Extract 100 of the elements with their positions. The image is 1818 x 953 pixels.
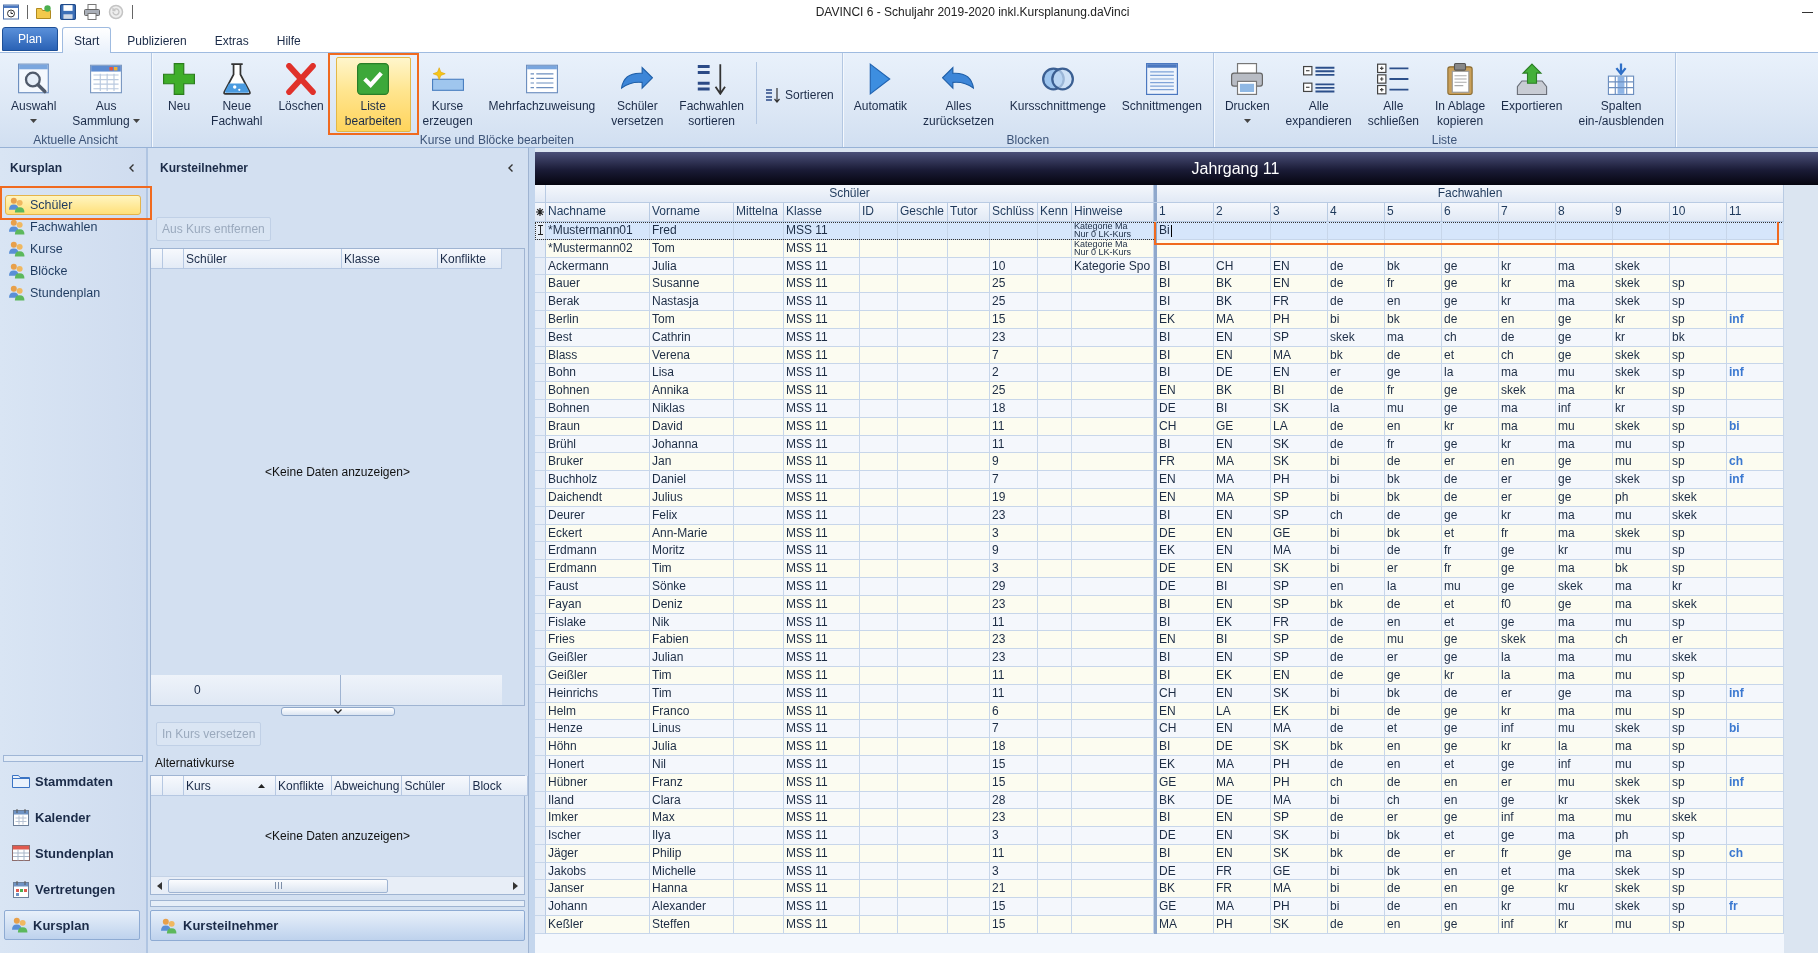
splitter-handle[interactable] [280, 707, 395, 716]
column-header[interactable]: Tutor [948, 203, 990, 221]
ribbon-tab[interactable]: Start [62, 27, 112, 53]
column-header[interactable]: Schüler [402, 776, 471, 795]
table-row[interactable]: Imker Max MSS 11 23 BI EN SP de er ge inf ma mu skek [535, 809, 1784, 828]
scroll-right-icon[interactable] [513, 881, 518, 890]
table-row[interactable]: Berak Nastasja MSS 11 25 BI BK FR de en ge kr ma skek sp [535, 293, 1784, 311]
ribbon-button[interactable]: Neue Fachwahl [207, 57, 267, 132]
ribbon-button[interactable]: Schüler versetzen [607, 57, 668, 132]
table-row[interactable]: Bruker Jan MSS 11 9 FR MA SK bi de er en ge mu sp ch [535, 453, 1784, 472]
column-header[interactable]: Abweichung [332, 776, 403, 795]
ribbon-button[interactable]: Kursschnittmenge [1005, 57, 1110, 132]
table-cell: BI [1157, 738, 1214, 756]
column-header[interactable]: Klasse [342, 249, 438, 268]
ribbon-tab[interactable]: Hilfe [264, 27, 313, 53]
ribbon-button[interactable]: Alle schließen [1363, 57, 1424, 132]
nav-item[interactable]: Stundenplan [5, 283, 141, 303]
table-row[interactable]: Höhn Julia MSS 11 18 BI DE SK bk en ge kr la ma sp [535, 738, 1784, 756]
ribbon-button[interactable]: Spalten ein-/ausblenden [1574, 57, 1668, 132]
collapse-icon[interactable] [508, 164, 513, 172]
column-header[interactable]: 1 [1157, 203, 1214, 221]
table-row[interactable]: Henze Linus MSS 11 7 CH EN MA de et ge inf mu skek sp bi [535, 720, 1784, 739]
scroll-left-icon[interactable] [157, 881, 162, 890]
column-header[interactable]: 9 [1613, 203, 1670, 221]
minimize-icon[interactable] [1802, 11, 1813, 13]
column-header[interactable]: Konflikte [276, 776, 332, 795]
ribbon-button[interactable]: Fachwahlen sortieren [675, 57, 749, 132]
column-header[interactable]: 5 [1385, 203, 1442, 221]
file-menu-button[interactable]: Plan [2, 27, 58, 51]
table-row[interactable]: Johann Alexander MSS 11 15 GE MA PH bi de en kr mu skek sp fr [535, 898, 1784, 917]
nav-item[interactable]: Blöcke [5, 261, 141, 281]
column-header[interactable]: 3 [1271, 203, 1328, 221]
splitter-handle[interactable] [150, 900, 525, 907]
nav-item[interactable]: Kurse [5, 239, 141, 259]
ribbon-button[interactable]: Kurse erzeugen [418, 57, 477, 132]
ribbon-button[interactable]: Alle expandieren [1281, 57, 1356, 132]
nav-item[interactable]: Schüler [5, 195, 141, 215]
column-header[interactable]: 2 [1214, 203, 1271, 221]
ribbon-button[interactable]: Sortieren [760, 84, 839, 106]
column-header[interactable]: 4 [1328, 203, 1385, 221]
ribbon-button[interactable]: Exportieren [1497, 57, 1567, 132]
collapse-icon[interactable] [129, 164, 134, 172]
table-row[interactable]: Erdmann Moritz MSS 11 9 EK EN MA bi de fr ge kr mu sp [535, 542, 1784, 561]
nav-section-button[interactable]: Vertretungen [4, 874, 140, 904]
ribbon-button[interactable]: Aus Sammlung [68, 57, 145, 132]
ribbon-button[interactable]: Neu [159, 57, 200, 132]
window-clock-icon[interactable] [3, 4, 19, 20]
nav-section-button[interactable]: Stundenplan [4, 838, 140, 868]
pane-tab-button[interactable]: Kursteilnehmer [150, 910, 525, 941]
table-row[interactable]: Buchholz Daniel MSS 11 7 EN MA PH bi bk de er ge skek sp inf [535, 471, 1784, 489]
ribbon-button[interactable]: In Ablage kopieren [1431, 57, 1490, 132]
ribbon-button[interactable]: Löschen [274, 57, 328, 132]
ribbon-button[interactable]: Auswahl [7, 57, 61, 132]
column-header[interactable]: Kurs [184, 776, 276, 795]
table-cell: mu [1613, 649, 1670, 667]
table-row[interactable]: Fries Fabien MSS 11 23 EN BI SP de mu ge skek ma ch er [535, 631, 1784, 650]
ribbon-button[interactable]: Drucken [1220, 57, 1274, 132]
column-header[interactable]: Mittelna [734, 203, 784, 221]
nav-section-button[interactable]: Stammdaten [4, 766, 140, 796]
ribbon-button[interactable]: Alles zurücksetzen [919, 57, 998, 132]
ribbon-tab[interactable]: Extras [202, 27, 261, 53]
cell-edit-field[interactable]: Bi [1157, 222, 1214, 240]
ribbon-button[interactable]: Schnittmengen [1117, 57, 1206, 132]
save-icon[interactable] [60, 4, 76, 20]
nav-section-button[interactable]: Kursplan [4, 910, 140, 940]
table-row[interactable]: Keßler Steffen MSS 11 15 MA PH SK de en ge inf kr mu sp [535, 916, 1784, 934]
printer-icon[interactable] [84, 4, 100, 20]
nav-item[interactable]: Fachwahlen [5, 217, 141, 237]
column-header[interactable]: 11 [1727, 203, 1784, 221]
scrollbar-thumb[interactable] [168, 878, 388, 893]
column-header[interactable]: Schlüss [990, 203, 1038, 221]
splitter-handle[interactable] [3, 755, 143, 762]
column-header[interactable]: Schüler [184, 249, 342, 268]
horizontal-scrollbar[interactable] [151, 876, 524, 894]
column-header[interactable]: Kenn [1038, 203, 1072, 221]
ribbon-button[interactable]: Liste bearbeiten [335, 57, 411, 132]
column-header[interactable]: Konflikte [438, 249, 502, 268]
table-row[interactable]: Bohn Lisa MSS 11 2 BI DE EN er ge la ma mu skek sp inf [535, 364, 1784, 383]
table-row[interactable]: Geißler Julian MSS 11 23 BI EN SP de er ge la ma mu skek [535, 649, 1784, 667]
column-header[interactable]: 8 [1556, 203, 1613, 221]
column-header[interactable]: 6 [1442, 203, 1499, 221]
table-cell: SP [1271, 649, 1328, 667]
column-header[interactable]: Nachname [546, 203, 650, 221]
table-row[interactable]: Bauer Susanne MSS 11 25 BI BK EN de fr ge kr ma skek sp [535, 275, 1784, 294]
column-header[interactable]: ID [860, 203, 898, 221]
column-header[interactable]: Geschle [898, 203, 948, 221]
table-row[interactable]: Janser Hanna MSS 11 21 BK FR MA bi de en ge kr skek sp [535, 880, 1784, 899]
table-row[interactable]: Erdmann Tim MSS 11 3 DE EN SK bi er fr ge ma bk sp [535, 560, 1784, 578]
column-header[interactable]: 7 [1499, 203, 1556, 221]
nav-section-button[interactable]: Kalender [4, 802, 140, 832]
ribbon-tab[interactable]: Publizieren [115, 27, 199, 53]
table-cell: GE [1214, 417, 1271, 436]
column-header[interactable]: 10 [1670, 203, 1727, 221]
ribbon-button[interactable]: Automatik [849, 57, 912, 132]
table-row[interactable]: Ischer Ilya MSS 11 3 DE EN SK bi bk et ge ma ph sp [535, 827, 1784, 845]
column-header[interactable]: Klasse [784, 203, 860, 221]
table-row[interactable]: Bohnen Annika MSS 11 25 EN BK BI de fr ge skek ma kr sp [535, 382, 1784, 400]
ribbon-button[interactable]: Mehrfachzuweisung [484, 57, 600, 132]
column-header[interactable]: Vorname [650, 203, 734, 221]
folder-icon[interactable] [36, 4, 52, 20]
